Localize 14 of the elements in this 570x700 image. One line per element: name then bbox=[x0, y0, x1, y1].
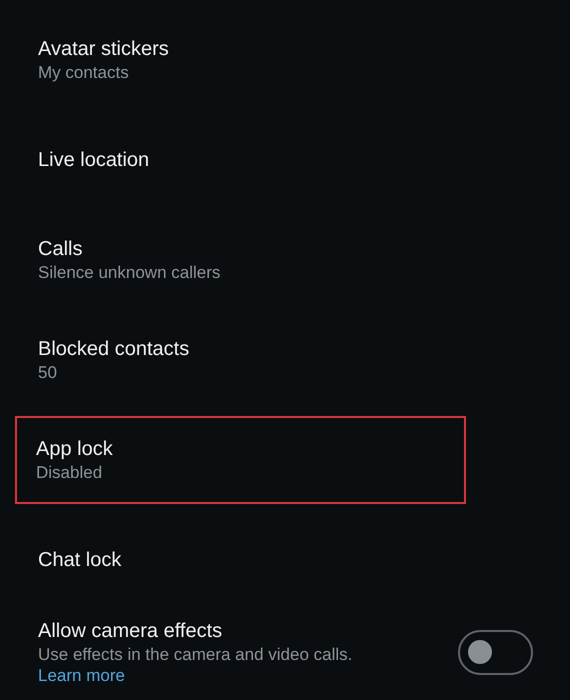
setting-title[interactable]: Chat lock bbox=[38, 547, 122, 573]
setting-title[interactable]: Live location bbox=[38, 147, 150, 173]
toggle-switch[interactable] bbox=[458, 630, 533, 674]
setting-subtitle: Use effects in the camera and video calls. bbox=[38, 644, 352, 666]
learn-more-link[interactable]: Learn more bbox=[38, 666, 125, 686]
setting-title[interactable]: Avatar stickers bbox=[38, 36, 169, 62]
setting-title[interactable]: Blocked contacts bbox=[38, 336, 190, 362]
setting-title[interactable]: App lock bbox=[36, 436, 113, 462]
setting-subtitle: 50 bbox=[38, 362, 57, 384]
setting-subtitle: Disabled bbox=[36, 462, 102, 484]
setting-title[interactable]: Allow camera effects bbox=[38, 618, 222, 644]
setting-title[interactable]: Calls bbox=[38, 236, 82, 262]
setting-subtitle: My contacts bbox=[38, 62, 129, 84]
setting-subtitle: Silence unknown callers bbox=[38, 262, 220, 284]
